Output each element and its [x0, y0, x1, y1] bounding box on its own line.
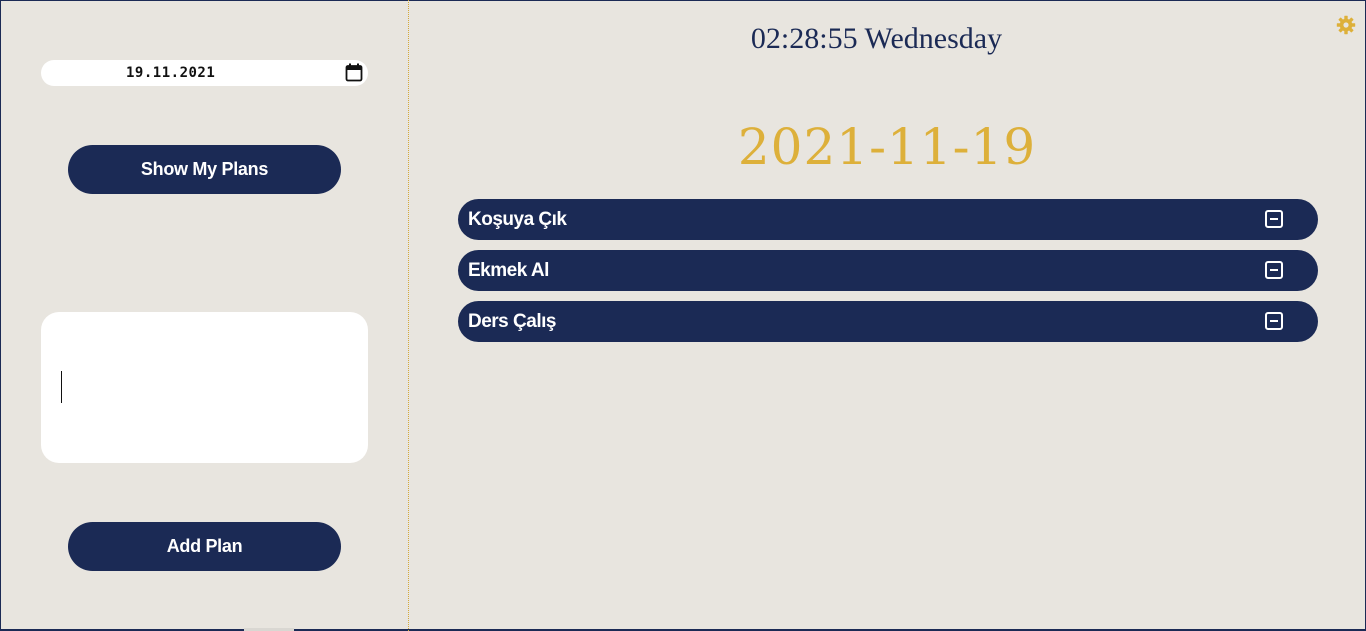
text-caret: [61, 371, 62, 403]
selected-date-heading: 2021-11-19: [410, 118, 1366, 176]
sidebar: 19.11.2021 Show My Plans Add Plan: [0, 0, 409, 631]
plan-item: Ekmek Al: [458, 250, 1318, 291]
add-plan-button[interactable]: Add Plan: [68, 522, 341, 571]
plan-text-input[interactable]: [41, 312, 368, 463]
clock-text: 02:28:55 Wednesday: [750, 22, 1003, 55]
remove-plan-icon[interactable]: [1265, 312, 1283, 330]
calendar-icon[interactable]: [345, 63, 363, 82]
date-input-value: 19.11.2021: [126, 65, 216, 81]
plan-item: Koşuya Çık: [458, 199, 1318, 240]
remove-plan-icon[interactable]: [1265, 261, 1283, 279]
clock-display: 02:28:55 Wednesday: [410, 22, 1366, 56]
plan-label: Ekmek Al: [468, 260, 549, 281]
remove-plan-icon[interactable]: [1265, 210, 1283, 228]
gear-icon[interactable]: [1336, 15, 1356, 35]
plan-item: Ders Çalış: [458, 301, 1318, 342]
main-panel: 02:28:55 Wednesday 2021-11-19 Koşuya Çık…: [410, 0, 1366, 631]
plan-label: Koşuya Çık: [468, 209, 567, 230]
plan-label: Ders Çalış: [468, 311, 556, 332]
date-input[interactable]: 19.11.2021: [41, 60, 368, 86]
plan-list: Koşuya Çık Ekmek Al Ders Çalış: [458, 199, 1318, 352]
selected-date-text: 2021-11-19: [737, 118, 1037, 176]
show-my-plans-button[interactable]: Show My Plans: [68, 145, 341, 194]
